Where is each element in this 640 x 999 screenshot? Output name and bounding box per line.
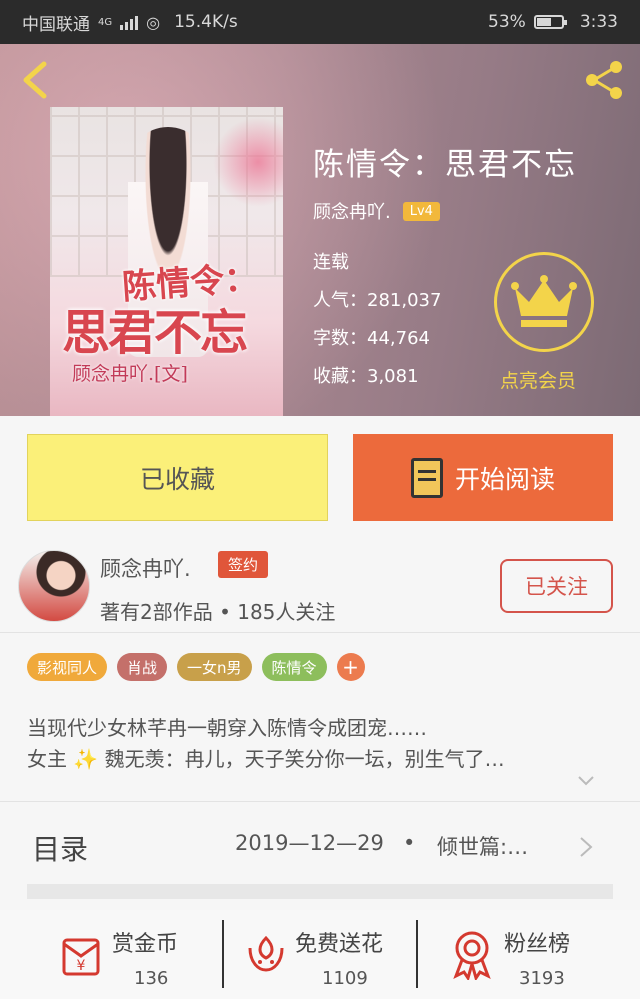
book-title: 陈情令：思君不忘 [313, 147, 577, 183]
vip-label[interactable]: 点亮会员 [500, 366, 576, 393]
signed-badge: 签约 [218, 551, 269, 578]
book-author[interactable]: 顾念冉吖. [313, 198, 391, 224]
author-avatar[interactable] [18, 550, 90, 622]
wifi-icon: ◎ [146, 12, 161, 32]
clock: 3:33 [579, 12, 618, 32]
level-badge: Lv4 [402, 201, 440, 221]
signal-icon [120, 14, 139, 30]
tag-list: 影视同人 肖战 一女n男 陈情令 + [27, 653, 365, 681]
follow-button[interactable]: 已关注 [500, 559, 613, 613]
divider [416, 920, 418, 988]
back-arrow-icon [23, 61, 47, 99]
author-name[interactable]: 顾念冉吖. [100, 553, 191, 583]
sparkles-icon: ✨ [73, 747, 99, 771]
fan-ranking-button[interactable]: 粉丝榜 3193 [448, 918, 598, 996]
latest-update-date: 2019—12—29 [235, 831, 384, 855]
section-separator [27, 884, 613, 899]
start-reading-button[interactable]: 开始阅读 [353, 434, 613, 521]
battery-percent: 53% [488, 12, 526, 32]
favorites-stat: 收藏：3,081 [313, 366, 419, 387]
cover-author: 顾念冉吖.[文] [72, 363, 188, 385]
word-count-stat: 字数：44,764 [313, 328, 430, 349]
book-header: 陈情令： 思君不忘 顾念冉吖.[文] 陈情令：思君不忘 顾念冉吖. Lv4 连载… [0, 44, 640, 416]
cover-title-line2: 思君不忘 [62, 305, 248, 361]
add-tag-button[interactable]: + [336, 653, 365, 681]
favorited-button[interactable]: 已收藏 [27, 434, 328, 521]
favorited-label: 已收藏 [139, 464, 215, 494]
divider [0, 632, 640, 633]
tag-item[interactable]: 影视同人 [27, 653, 108, 681]
author-works: 著有2部作品 • 185人关注 [100, 600, 336, 624]
follow-label: 已关注 [525, 575, 588, 599]
tag-item[interactable]: 一女n男 [177, 653, 252, 681]
reward-coins-button[interactable]: ¥ 赏金币 136 [55, 918, 205, 996]
expand-chevron-icon[interactable] [577, 772, 595, 790]
reward-coins-count: 136 [134, 968, 169, 989]
flower-icon [248, 935, 284, 972]
divider [0, 801, 640, 802]
svg-text:¥: ¥ [77, 958, 86, 974]
catalog-row[interactable]: 目录 2019—12—29 • 倾世篇:… [0, 803, 640, 883]
chevron-right-icon [580, 837, 593, 857]
carrier-label: 中国联通 [22, 14, 90, 35]
gift-envelope-icon: ¥ [62, 938, 100, 976]
synopsis-line2: 女主 ✨ 魏无羡：冉儿，天子笑分你一坛，别生气了… [27, 743, 505, 772]
synopsis-line2-prefix: 女主 [27, 747, 67, 771]
fan-ranking-label: 粉丝榜 [504, 932, 571, 957]
net-type-label: 4G [98, 16, 113, 28]
send-flower-button[interactable]: 免费送花 1109 [240, 918, 410, 996]
medal-icon [453, 931, 491, 980]
send-flower-count: 1109 [322, 968, 368, 989]
synopsis-line2-text: 魏无羡：冉儿，天子笑分你一坛，别生气了… [104, 747, 505, 771]
crown-icon [511, 275, 577, 327]
catalog-title: 目录 [32, 833, 89, 866]
separator-dot: • [403, 831, 416, 855]
battery-icon [533, 15, 567, 29]
book-icon [410, 457, 443, 498]
tag-item[interactable]: 肖战 [117, 653, 168, 681]
network-speed: 15.4K/s [174, 12, 238, 32]
divider [222, 920, 224, 988]
vip-button[interactable] [494, 252, 594, 352]
status-bar: 中国联通 4G ◎ 15.4K/s 53% 3:33 [0, 0, 640, 44]
popularity-stat: 人气：281,037 [313, 290, 442, 311]
synopsis-line1: 当现代少女林芊冉一朝穿入陈情令成团宠…… [27, 716, 427, 740]
fan-ranking-count: 3193 [519, 968, 565, 989]
tag-item[interactable]: 陈情令 [261, 653, 327, 681]
share-icon [586, 61, 622, 99]
serial-status: 连载 [313, 252, 349, 273]
book-cover[interactable]: 陈情令： 思君不忘 顾念冉吖.[文] [50, 107, 283, 416]
reward-coins-label: 赏金币 [112, 932, 179, 957]
support-bar: ¥ 赏金币 136 免费送花 1109 粉丝榜 3193 [0, 910, 640, 999]
author-line: 顾念冉吖. Lv4 [313, 198, 440, 224]
latest-chapter: 倾世篇:… [437, 835, 529, 859]
back-button[interactable] [16, 58, 56, 102]
start-reading-label: 开始阅读 [454, 464, 555, 494]
share-button[interactable] [580, 56, 628, 104]
send-flower-label: 免费送花 [295, 932, 384, 957]
